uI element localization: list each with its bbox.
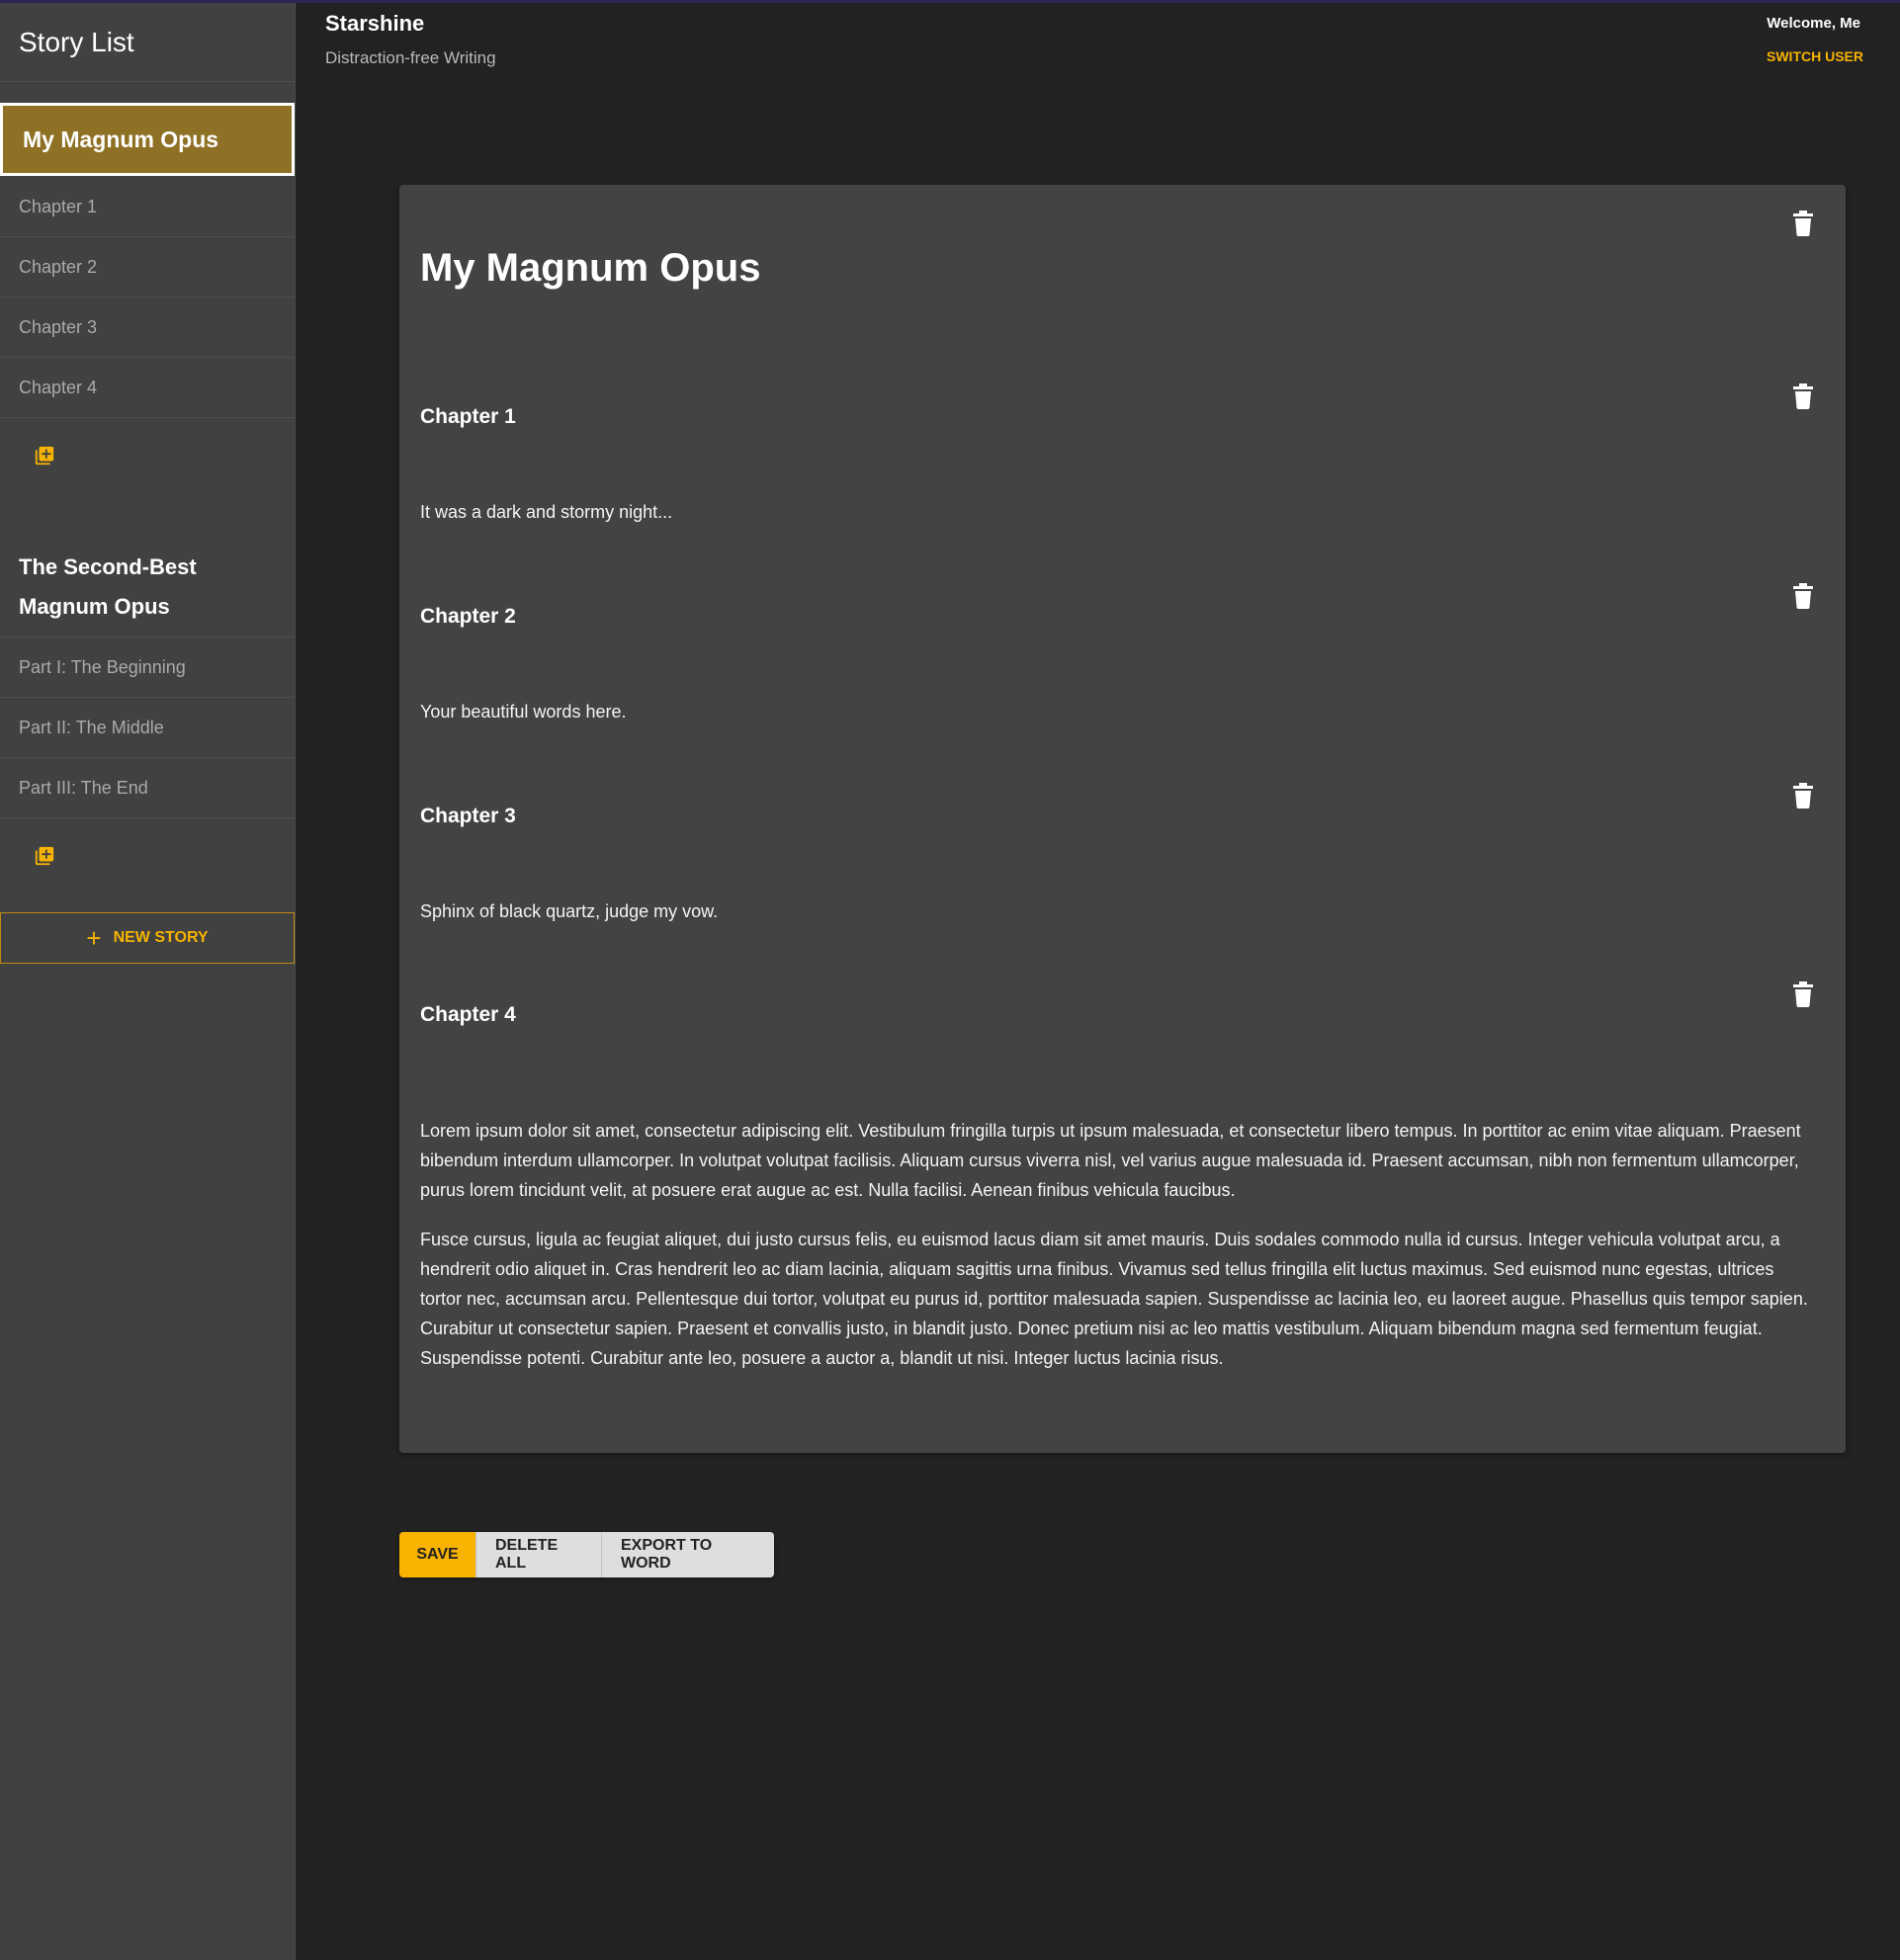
- chapter-paragraph: Your beautiful words here.: [420, 702, 627, 722]
- sidebar-chapter-item[interactable]: Chapter 3: [0, 298, 295, 358]
- library-add-icon: [35, 846, 54, 865]
- add-chapter-button[interactable]: [0, 818, 295, 893]
- chapter-paragraph: Sphinx of black quartz, judge my vow.: [420, 901, 719, 921]
- library-add-icon: [35, 446, 54, 465]
- story-title-line: The Second-Best: [19, 554, 197, 579]
- delete-chapter-trash-icon[interactable]: [1793, 783, 1813, 809]
- delete-chapter-trash-icon[interactable]: [1793, 383, 1813, 409]
- delete-chapter-trash-icon[interactable]: [1793, 583, 1813, 609]
- add-chapter-button[interactable]: [0, 418, 295, 492]
- chapter-body[interactable]: Sphinx of black quartz, judge my vow.: [420, 896, 1818, 926]
- sidebar-chapter-item[interactable]: Part III: The End: [0, 758, 295, 818]
- chapter-title[interactable]: Chapter 1: [420, 405, 516, 429]
- chapter-paragraph: Fusce cursus, ligula ac feugiat aliquet,…: [420, 1230, 1808, 1368]
- sidebar-title: Story List: [0, 3, 295, 82]
- sidebar-chapter-item[interactable]: Part I: The Beginning: [0, 638, 295, 698]
- story-sidebar: Story List My Magnum Opus Chapter 1 Chap…: [0, 3, 296, 1960]
- chapter-body[interactable]: Your beautiful words here.: [420, 697, 1818, 726]
- chapter-paragraph: It was a dark and stormy night...: [420, 502, 673, 522]
- new-story-button[interactable]: + NEW STORY: [0, 912, 295, 964]
- story-item-my-magnum-opus[interactable]: My Magnum Opus: [0, 103, 295, 176]
- delete-all-button[interactable]: DELETE ALL: [475, 1532, 601, 1577]
- switch-user-button[interactable]: SWITCH USER: [1767, 48, 1863, 64]
- save-button[interactable]: SAVE: [399, 1532, 475, 1577]
- chapter-body[interactable]: Lorem ipsum dolor sit amet, consectetur …: [420, 1116, 1818, 1373]
- chapter-title[interactable]: Chapter 2: [420, 605, 516, 629]
- story-title-heading[interactable]: My Magnum Opus: [420, 246, 760, 291]
- app-title: Starshine: [325, 11, 425, 36]
- export-to-word-button[interactable]: EXPORT TO WORD: [601, 1532, 774, 1577]
- new-story-label: NEW STORY: [113, 929, 209, 946]
- chapter-body[interactable]: It was a dark and stormy night...: [420, 497, 1818, 527]
- plus-icon: +: [86, 923, 102, 953]
- app-tagline: Distraction-free Writing: [325, 48, 496, 67]
- chapter-title[interactable]: Chapter 3: [420, 805, 516, 828]
- delete-chapter-trash-icon[interactable]: [1793, 981, 1813, 1007]
- sidebar-chapter-item[interactable]: Chapter 2: [0, 237, 295, 298]
- editor-actions: SAVE DELETE ALL EXPORT TO WORD: [399, 1532, 774, 1577]
- welcome-text: Welcome, Me: [1767, 15, 1860, 32]
- app-header: Starshine Distraction-free Writing Welco…: [297, 3, 1900, 86]
- delete-story-trash-icon[interactable]: [1793, 211, 1813, 236]
- chapter-paragraph: Lorem ipsum dolor sit amet, consectetur …: [420, 1121, 1801, 1200]
- story-item-second-best[interactable]: The Second-Best Magnum Opus: [0, 540, 295, 638]
- story-title-line: Magnum Opus: [19, 594, 170, 619]
- sidebar-chapter-item[interactable]: Chapter 1: [0, 177, 295, 237]
- story-editor-card: My Magnum Opus Chapter 1 It was a dark a…: [399, 185, 1846, 1453]
- chapter-title[interactable]: Chapter 4: [420, 1003, 516, 1027]
- sidebar-chapter-item[interactable]: Part II: The Middle: [0, 698, 295, 758]
- sidebar-chapter-item[interactable]: Chapter 4: [0, 358, 295, 418]
